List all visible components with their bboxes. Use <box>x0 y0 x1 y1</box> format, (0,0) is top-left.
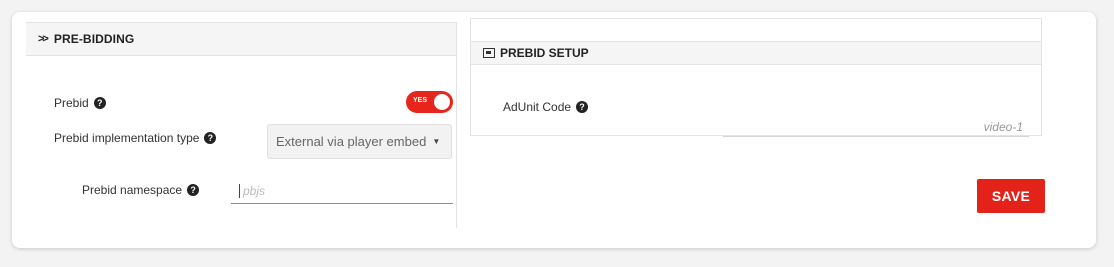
namespace-label: Prebid namespace <box>82 183 183 197</box>
adunit-value: video-1 <box>983 119 1023 134</box>
pre-bidding-panel: >> PRE-BIDDING Prebid ? YES Prebid imple… <box>26 22 457 228</box>
impl-type-label: Prebid implementation type <box>54 131 200 145</box>
impl-type-select[interactable]: External via player embed ▼ <box>267 124 452 159</box>
namespace-label-row: Prebid namespace ? <box>82 183 200 197</box>
pre-bidding-title: PRE-BIDDING <box>53 32 135 46</box>
caret-down-icon: ▼ <box>432 137 441 146</box>
text-cursor <box>239 183 240 198</box>
save-button[interactable]: SAVE <box>977 179 1045 213</box>
adunit-label-row: AdUnit Code ? <box>503 100 589 114</box>
adunit-input[interactable]: video-1 <box>723 117 1029 137</box>
prebid-toggle[interactable]: YES <box>406 91 453 113</box>
namespace-placeholder: pbjs <box>243 183 266 198</box>
impl-type-value: External via player embed <box>276 134 427 149</box>
help-icon[interactable]: ? <box>576 101 589 113</box>
impl-type-label-row: Prebid implementation type ? <box>54 131 217 145</box>
prebid-label: Prebid <box>54 96 89 110</box>
help-icon[interactable]: ? <box>187 184 200 196</box>
prebid-setup-title: PREBID SETUP <box>500 46 589 60</box>
prebid-setup-header[interactable]: PREBID SETUP <box>471 41 1041 65</box>
adunit-label: AdUnit Code <box>503 100 572 114</box>
prebid-setup-panel: PREBID SETUP AdUnit Code ? video-1 <box>470 18 1042 137</box>
toggle-text: YES <box>413 97 428 104</box>
setup-icon <box>483 48 495 58</box>
prebid-label-row: Prebid ? <box>54 96 106 110</box>
namespace-input[interactable]: pbjs <box>231 178 453 204</box>
toggle-knob <box>434 94 450 110</box>
help-icon[interactable]: ? <box>204 132 217 144</box>
double-chevron-right-icon: >> <box>38 33 49 45</box>
help-icon[interactable]: ? <box>93 97 106 109</box>
pre-bidding-header[interactable]: >> PRE-BIDDING <box>26 22 456 56</box>
